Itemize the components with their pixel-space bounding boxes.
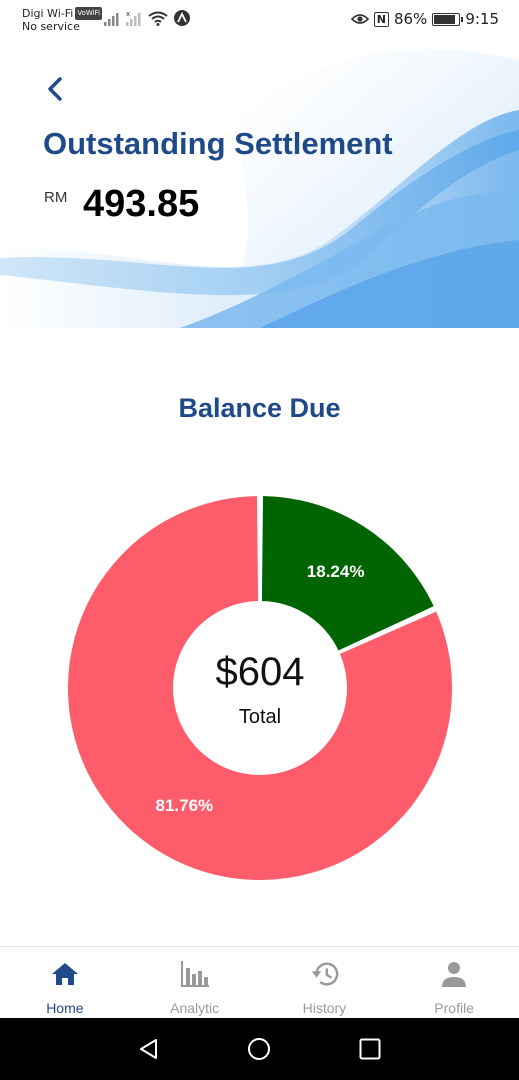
carrier-info: Digi Wi-Fi VoWiFi No service bbox=[22, 7, 103, 33]
vowifi-badge: VoWiFi bbox=[75, 7, 103, 20]
battery-percent: 86% bbox=[393, 10, 428, 28]
person-icon bbox=[439, 959, 469, 989]
section-title: Balance Due bbox=[178, 393, 341, 423]
slice-label-0: 18.24% bbox=[307, 562, 365, 581]
nav-profile[interactable]: Profile bbox=[389, 947, 519, 1018]
wifi-icon bbox=[148, 11, 168, 26]
service-status: No service bbox=[22, 20, 80, 33]
nav-analytic-label: Analytic bbox=[170, 1000, 220, 1016]
app-screen: Outstanding Settlement RM 493.85 Digi Wi… bbox=[0, 0, 519, 1080]
nav-profile-label: Profile bbox=[434, 1000, 474, 1016]
svg-text:x: x bbox=[126, 10, 130, 18]
system-home-icon[interactable] bbox=[247, 1037, 271, 1061]
nav-home-label: Home bbox=[46, 1000, 84, 1016]
header-banner: Outstanding Settlement RM 493.85 bbox=[0, 0, 519, 328]
system-back-icon[interactable] bbox=[137, 1037, 161, 1061]
chart-center-label: Total bbox=[238, 706, 282, 728]
bottom-navigation: Home Analytic History Profile bbox=[0, 946, 519, 1018]
system-recents-icon[interactable] bbox=[358, 1037, 382, 1061]
chart-center-value: $604 bbox=[215, 650, 305, 694]
wave-background bbox=[0, 0, 519, 328]
nav-analytic[interactable]: Analytic bbox=[130, 947, 260, 1018]
status-bar: Digi Wi-Fi VoWiFi No service x N 86% 9:1… bbox=[0, 0, 519, 42]
clock: 9:15 bbox=[465, 10, 499, 28]
slice-label-1: 81.76% bbox=[156, 796, 214, 815]
nav-home[interactable]: Home bbox=[0, 947, 130, 1018]
back-button[interactable] bbox=[38, 72, 72, 106]
no-signal-icon: x bbox=[126, 10, 141, 26]
nav-history-label: History bbox=[302, 1000, 347, 1016]
carrier-name: Digi Wi-Fi bbox=[22, 7, 74, 20]
status-icons-left: x bbox=[104, 10, 190, 26]
history-icon bbox=[309, 959, 339, 989]
signal-icon bbox=[104, 13, 119, 26]
battery-icon bbox=[432, 12, 464, 26]
home-icon bbox=[50, 959, 80, 989]
currency-label: RM bbox=[44, 189, 68, 206]
balance-donut-chart: 18.24% 81.76% $604 Total bbox=[62, 490, 458, 886]
app-notification-icon bbox=[174, 10, 190, 26]
eye-comfort-icon bbox=[350, 14, 369, 24]
system-navigation-bar bbox=[0, 1018, 519, 1080]
nav-history[interactable]: History bbox=[260, 947, 390, 1018]
status-icons-right: N 86% 9:15 bbox=[350, 10, 499, 28]
page-title: Outstanding Settlement bbox=[43, 126, 393, 161]
nfc-icon: N bbox=[373, 11, 389, 27]
bar-chart-icon bbox=[180, 959, 210, 989]
chevron-left-icon bbox=[48, 77, 62, 101]
outstanding-amount: 493.85 bbox=[83, 183, 200, 225]
